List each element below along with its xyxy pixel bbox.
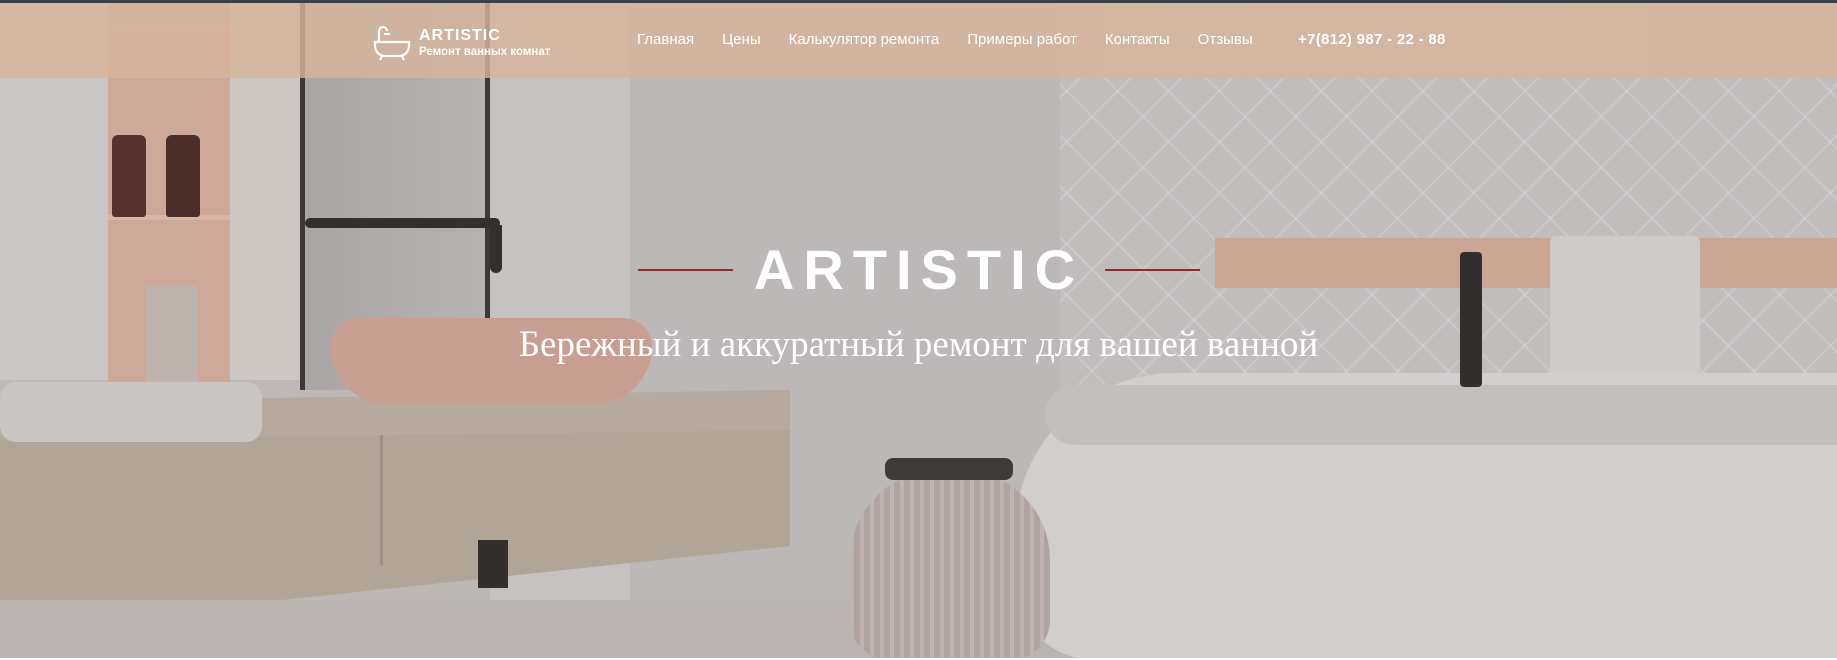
nav-item-portfolio[interactable]: Примеры работ xyxy=(967,31,1077,49)
logo-title: ARTISTIC xyxy=(419,27,501,44)
hero-accent-line-left xyxy=(638,269,733,271)
hero-title: ARTISTIC xyxy=(753,238,1085,301)
nav-item-contacts[interactable]: Контакты xyxy=(1105,31,1170,49)
top-border xyxy=(0,0,1837,3)
nav-item-home[interactable]: Главная xyxy=(637,31,694,49)
hero-title-row: ARTISTIC xyxy=(638,238,1200,302)
hero-section: ARTISTIC Ремонт ванных комнат Главная Це… xyxy=(0,0,1837,658)
nav-item-prices[interactable]: Цены xyxy=(722,31,761,49)
hero-accent-line-right xyxy=(1105,269,1200,271)
logo-subtitle: Ремонт ванных комнат xyxy=(419,46,551,58)
logo-link[interactable]: ARTISTIC Ремонт ванных комнат xyxy=(373,25,550,61)
site-header: ARTISTIC Ремонт ванных комнат Главная Це… xyxy=(0,3,1837,78)
logo-text: ARTISTIC Ремонт ванных комнат xyxy=(419,27,550,59)
nav-item-calculator[interactable]: Калькулятор ремонта xyxy=(789,31,940,49)
main-nav: Главная Цены Калькулятор ремонта Примеры… xyxy=(637,31,1281,49)
bathtub-icon xyxy=(373,25,411,61)
hero-subtitle: Бережный и аккуратный ремонт для вашей в… xyxy=(518,324,1319,365)
phone-link[interactable]: +7(812) 987 - 22 - 88 xyxy=(1298,31,1446,49)
nav-item-reviews[interactable]: Отзывы xyxy=(1198,31,1253,49)
